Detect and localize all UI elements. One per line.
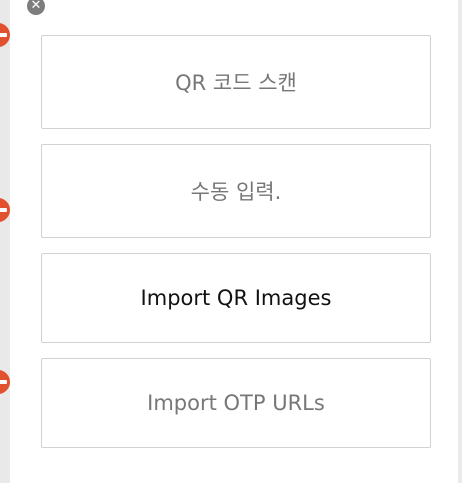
scan-qr-code-label: QR 코드 스캔 (175, 71, 297, 95)
popup-scrollbar-track (458, 0, 462, 483)
scan-qr-code-button[interactable]: QR 코드 스캔 (41, 35, 431, 129)
close-icon[interactable]: ✕ (27, 0, 45, 15)
import-qr-images-button[interactable]: Import QR Images (41, 253, 431, 343)
background-panel-edge (0, 0, 10, 483)
manual-entry-button[interactable]: 수동 입력. (41, 144, 431, 238)
import-otp-urls-label: Import OTP URLs (147, 391, 325, 415)
import-qr-images-label: Import QR Images (140, 286, 332, 310)
manual-entry-label: 수동 입력. (190, 180, 282, 204)
import-otp-urls-button[interactable]: Import OTP URLs (41, 358, 431, 448)
